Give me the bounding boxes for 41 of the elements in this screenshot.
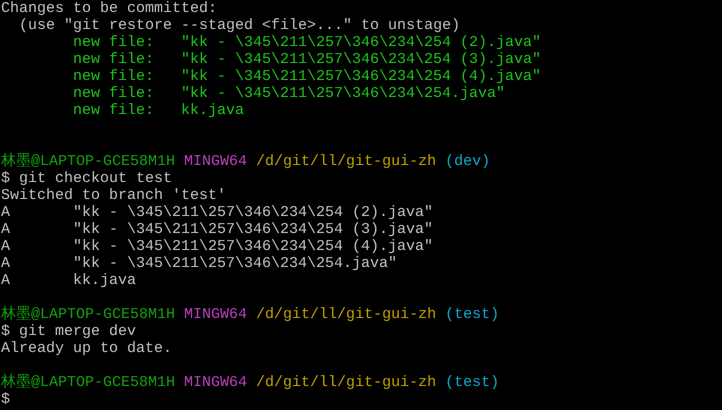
status-code: A bbox=[1, 255, 12, 272]
output-text: Already up to date. bbox=[1, 340, 172, 357]
file-status-label: new file: bbox=[73, 34, 156, 51]
file-name: "kk - \345\211\257\346\234\254 (3).java" bbox=[181, 51, 542, 68]
file-status-label: new file: bbox=[73, 68, 156, 85]
branch-name: (test) bbox=[445, 374, 500, 391]
system-name: MINGW64 bbox=[184, 374, 248, 391]
file-name: kk.java bbox=[73, 272, 136, 289]
file-status-label: new file: bbox=[73, 102, 156, 119]
system-name: MINGW64 bbox=[184, 306, 248, 323]
user-host: 林墨@LAPTOP-GCE58M1H bbox=[1, 374, 176, 391]
file-name: "kk - \345\211\257\346\234\254 (2).java" bbox=[181, 34, 542, 51]
status-code: A bbox=[1, 272, 12, 289]
file-name: "kk - \345\211\257\346\234\254 (4).java" bbox=[73, 238, 434, 255]
file-name: "kk - \345\211\257\346\234\254.java" bbox=[181, 85, 506, 102]
file-name: "kk - \345\211\257\346\234\254 (4).java" bbox=[181, 68, 542, 85]
hint-text: (use "git restore --staged <file>..." to unstage) bbox=[18, 17, 460, 34]
file-status-label: new file: bbox=[73, 51, 156, 68]
file-name: "kk - \345\211\257\346\234\254 (2).java" bbox=[73, 204, 434, 221]
prompt-sign: $ bbox=[1, 323, 10, 340]
output-text: Changes to be committed: bbox=[1, 0, 218, 17]
file-status-label: new file: bbox=[73, 85, 156, 102]
status-code: A bbox=[1, 238, 12, 255]
file-name: "kk - \345\211\257\346\234\254 (3).java" bbox=[73, 221, 434, 238]
status-code: A bbox=[1, 204, 12, 221]
prompt-sign: $ bbox=[1, 391, 10, 408]
user-host: 林墨@LAPTOP-GCE58M1H bbox=[1, 153, 176, 170]
command-text: git merge dev bbox=[19, 323, 136, 340]
file-name: "kk - \345\211\257\346\234\254.java" bbox=[73, 255, 398, 272]
command-text: git checkout test bbox=[19, 170, 172, 187]
branch-name: (test) bbox=[445, 306, 500, 323]
current-path: /d/git/ll/git-gui-zh bbox=[256, 306, 436, 323]
current-path: /d/git/ll/git-gui-zh bbox=[256, 374, 436, 391]
file-name: kk.java bbox=[181, 102, 244, 119]
current-path: /d/git/ll/git-gui-zh bbox=[256, 153, 436, 170]
branch-name: (dev) bbox=[445, 153, 490, 170]
output-text: Switched to branch 'test' bbox=[1, 187, 226, 204]
status-code: A bbox=[1, 221, 12, 238]
user-host: 林墨@LAPTOP-GCE58M1H bbox=[1, 306, 176, 323]
prompt-sign: $ bbox=[1, 170, 10, 187]
system-name: MINGW64 bbox=[184, 153, 248, 170]
